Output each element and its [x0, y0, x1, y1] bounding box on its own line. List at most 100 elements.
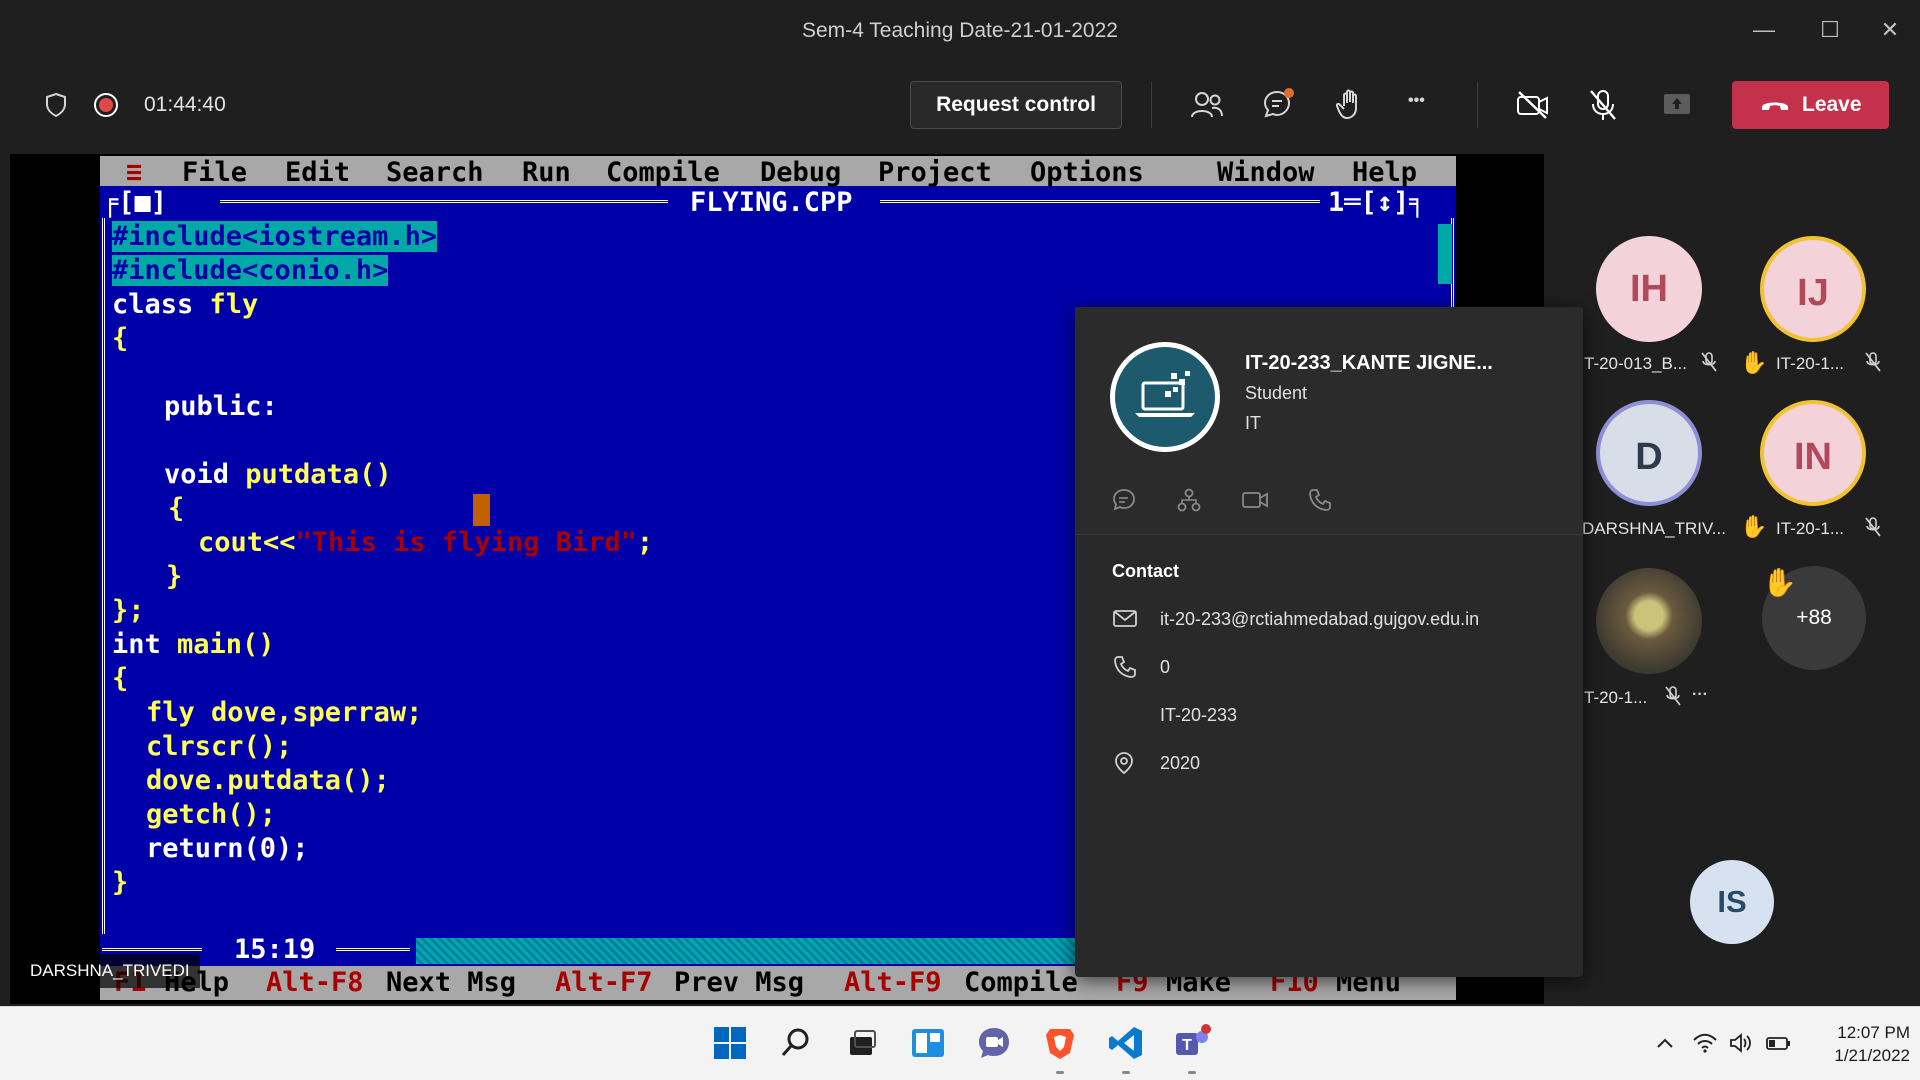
participant-avatar[interactable]: D: [1596, 400, 1702, 506]
ide-menu-compile[interactable]: Compile: [606, 157, 720, 188]
ide-menu-project[interactable]: Project: [878, 157, 992, 188]
profile-avatar-image: [1115, 347, 1215, 447]
code-line: void putdata(): [164, 459, 392, 490]
windows-taskbar: T 12:07 PM 1/21/2022: [0, 1006, 1920, 1080]
teams-icon[interactable]: T: [1172, 1023, 1212, 1063]
running-indicator: [1188, 1071, 1196, 1074]
meeting-toolbar: 01:44:40 Request control ••• Leave: [0, 60, 1920, 152]
status-action: Prev Msg: [674, 967, 805, 998]
widgets-icon[interactable]: [908, 1023, 948, 1063]
code-line: {: [112, 323, 129, 354]
presenter-name-label: DARSHNA_TRIVEDI: [20, 954, 200, 988]
editor-frame-top: ╒[■] FLYING.CPP 1═[↕]╕: [100, 186, 1456, 220]
code-line: }: [166, 561, 183, 592]
code-line: class fly: [112, 289, 259, 320]
self-view-avatar[interactable]: IS: [1690, 860, 1774, 944]
participant-name: DARSHNA_TRIV...: [1582, 519, 1726, 538]
code-line: int main(): [112, 629, 275, 660]
ide-menu-edit[interactable]: Edit: [285, 157, 350, 188]
chevron-up-icon[interactable]: [1654, 1032, 1676, 1060]
toolbar-divider: [1477, 82, 1478, 128]
ide-menu-run[interactable]: Run: [522, 157, 571, 188]
participant-name: T-20-013_B...: [1584, 354, 1688, 373]
phone-call-icon[interactable]: [1307, 487, 1333, 513]
ide-menu-help[interactable]: Help: [1352, 157, 1417, 188]
close-button[interactable]: ✕: [1872, 14, 1908, 46]
participant-avatar[interactable]: IH: [1596, 236, 1702, 342]
maximize-button[interactable]: ☐: [1812, 14, 1848, 46]
code-line: cout<<"This is flying Bird";: [198, 527, 654, 558]
vertical-scrollbar[interactable]: [1438, 224, 1452, 284]
horizontal-scrollbar[interactable]: [416, 938, 1116, 964]
search-icon[interactable]: [776, 1023, 816, 1063]
contact-email[interactable]: it-20-233@rctiahmedabad.gujgov.edu.in: [1160, 609, 1479, 630]
contact-phone[interactable]: 0: [1160, 657, 1170, 678]
profile-name: IT-20-233_KANTE JIGNE...: [1245, 352, 1493, 374]
title-bar: Sem-4 Teaching Date-21-01-2022 — ☐ ✕: [0, 0, 1920, 60]
editor-close-box[interactable]: ╒[■]: [102, 187, 167, 218]
teams-meeting-window: Sem-4 Teaching Date-21-01-2022 — ☐ ✕ 01:…: [0, 0, 1920, 1006]
editor-filename: FLYING.CPP: [690, 187, 853, 218]
raise-hand-icon[interactable]: [1336, 88, 1366, 120]
ide-menu-debug[interactable]: Debug: [760, 157, 841, 188]
running-indicator: [1056, 1071, 1064, 1074]
camera-off-icon[interactable]: [1516, 90, 1550, 120]
code-line: #include<conio.h>: [112, 255, 389, 286]
participant-avatar[interactable]: IJ: [1760, 236, 1866, 342]
chat-icon[interactable]: [1111, 487, 1137, 513]
volume-icon[interactable]: [1728, 1032, 1754, 1060]
ide-menu-file[interactable]: File: [182, 157, 247, 188]
ide-system-menu[interactable]: ≡: [126, 157, 142, 188]
code-line: {: [168, 493, 185, 524]
task-view-icon[interactable]: [842, 1023, 882, 1063]
participant-name: T-20-1...: [1584, 688, 1648, 707]
chat-icon[interactable]: [1262, 87, 1296, 121]
org-chart-icon[interactable]: [1176, 487, 1202, 513]
mic-off-icon[interactable]: [1588, 88, 1618, 122]
wifi-icon[interactable]: [1692, 1032, 1718, 1060]
code-line: return(0);: [146, 833, 309, 864]
frame-line: [102, 948, 202, 952]
people-icon[interactable]: [1190, 90, 1224, 120]
code-line: getch();: [146, 799, 277, 830]
toolbar-divider: [1151, 82, 1152, 128]
teams-chat-icon[interactable]: [974, 1023, 1014, 1063]
profile-role: Student: [1245, 383, 1308, 403]
windows-start-icon[interactable]: [710, 1023, 750, 1063]
share-screen-icon[interactable]: [1662, 92, 1692, 118]
shield-icon[interactable]: [44, 92, 68, 118]
ide-menu-options[interactable]: Options: [1030, 157, 1144, 188]
code-line: };: [112, 595, 145, 626]
system-clock[interactable]: 12:07 PM 1/21/2022: [1810, 1021, 1910, 1067]
phone-icon: [1112, 655, 1138, 685]
raised-hand-icon: ✋: [1762, 567, 1797, 598]
mic-off-icon: [1864, 352, 1882, 377]
ide-menu-bar: ≡ File Edit Search Run Compile Debug Pro…: [100, 156, 1456, 188]
ide-menu-window[interactable]: Window: [1217, 157, 1315, 188]
more-options-icon[interactable]: •••: [1408, 92, 1425, 110]
minimize-button[interactable]: —: [1746, 14, 1782, 46]
code-line: #include<iostream.h>: [112, 221, 438, 252]
participant-avatar[interactable]: IN: [1760, 400, 1866, 506]
contact-id: IT-20-233: [1160, 705, 1238, 725]
ide-menu-search[interactable]: Search: [386, 157, 484, 188]
status-action: Next Msg: [386, 967, 517, 998]
code-line: public:: [164, 391, 278, 422]
code-line: fly dove,sperraw;: [146, 697, 423, 728]
frame-left-border: [102, 218, 106, 934]
brave-browser-icon[interactable]: [1040, 1023, 1080, 1063]
frame-line: [336, 948, 410, 952]
frame-line: [880, 200, 1320, 204]
status-action: Compile: [964, 967, 1078, 998]
participant-photo-avatar[interactable]: [1596, 568, 1702, 674]
leave-button[interactable]: Leave: [1732, 81, 1889, 129]
request-control-button[interactable]: Request control: [910, 81, 1122, 129]
more-options-icon[interactable]: ···: [1692, 686, 1708, 704]
vscode-icon[interactable]: [1106, 1023, 1146, 1063]
editor-zoom-box[interactable]: 1═[↕]╕: [1328, 187, 1426, 218]
clock-date: 1/21/2022: [1834, 1046, 1910, 1065]
battery-icon[interactable]: [1764, 1032, 1792, 1060]
mic-off-icon: [1700, 352, 1718, 377]
clock-time: 12:07 PM: [1837, 1023, 1910, 1042]
video-call-icon[interactable]: [1241, 487, 1269, 513]
